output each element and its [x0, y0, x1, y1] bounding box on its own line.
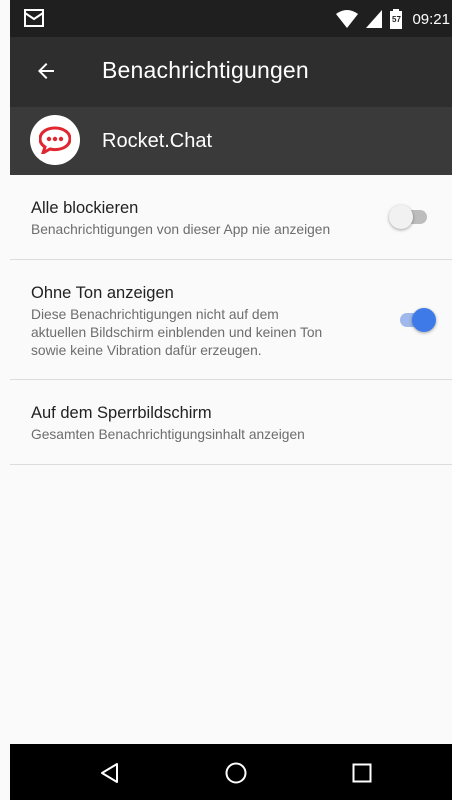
block-all-switch[interactable] [389, 204, 433, 230]
app-bar: Benachrichtigungen [10, 37, 452, 107]
status-time: 09:21 [412, 10, 450, 28]
app-header: Rocket.Chat [10, 107, 452, 175]
signal-icon [366, 10, 383, 28]
setting-block-all[interactable]: Alle blockieren Benachrichtigungen von d… [10, 175, 452, 259]
status-icons: 57 09:21 [336, 9, 450, 29]
recents-square-icon[interactable] [350, 761, 374, 785]
switch-thumb [389, 205, 413, 229]
setting-label: Auf dem Sperrbildschirm [31, 404, 212, 422]
setting-description: Gesamten Benachrichtigungsinhalt anzeige… [31, 427, 305, 442]
rocket-chat-logo-icon [30, 115, 80, 165]
mail-icon [24, 9, 44, 27]
app-name: Rocket.Chat [102, 130, 213, 152]
battery-level: 57 [392, 15, 401, 24]
page-title: Benachrichtigungen [102, 57, 309, 83]
home-circle-icon[interactable] [224, 761, 248, 785]
back-triangle-icon[interactable] [98, 761, 122, 785]
setting-label: Ohne Ton anzeigen [31, 284, 174, 302]
setting-description: Diese Benachrichtigungen nicht auf dem a… [31, 306, 381, 360]
silent-switch[interactable] [394, 307, 438, 333]
arrow-back-icon[interactable] [34, 59, 58, 83]
battery-icon: 57 [390, 9, 403, 29]
settings-list: Alle blockieren Benachrichtigungen von d… [10, 175, 452, 744]
navigation-bar [10, 744, 452, 800]
wifi-icon [336, 10, 359, 28]
switch-thumb [412, 308, 436, 332]
description-line: sowie keine Vibration dafür erzeugen. [31, 343, 262, 358]
description-line: Diese Benachrichtigungen nicht auf dem [31, 307, 279, 322]
setting-silent[interactable]: Ohne Ton anzeigen Diese Benachrichtigung… [10, 260, 452, 379]
setting-label: Alle blockieren [31, 199, 139, 217]
divider [10, 464, 452, 465]
notification-settings-screen: 57 09:21 Benachrichtigungen Rocket.Chat … [0, 0, 452, 800]
status-bar: 57 09:21 [10, 0, 452, 37]
setting-lockscreen[interactable]: Auf dem Sperrbildschirm Gesamten Benachr… [10, 380, 452, 464]
description-line: aktuellen Bildschirm einblenden und kein… [31, 325, 323, 340]
setting-description: Benachrichtigungen von dieser App nie an… [31, 222, 331, 237]
